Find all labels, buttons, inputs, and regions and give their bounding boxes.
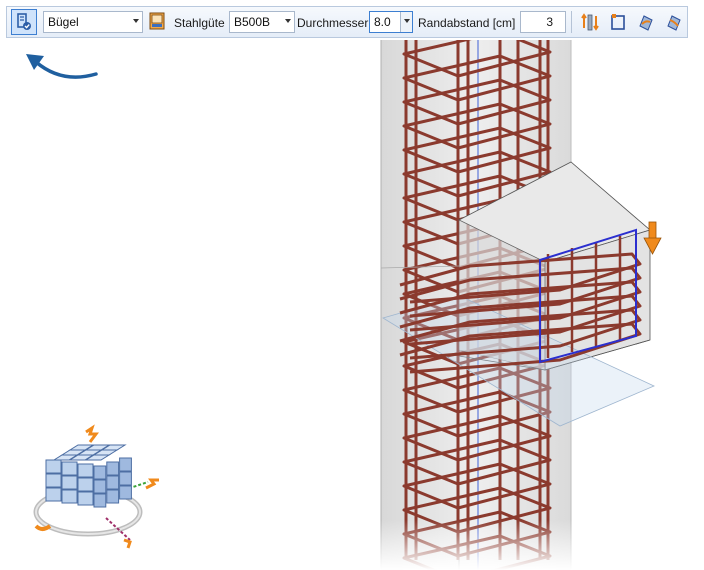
hook-b-icon: [664, 12, 684, 32]
hook-a-icon: [636, 12, 656, 32]
edge-distance-input[interactable]: 3: [520, 11, 566, 33]
cube-side-cell: [106, 489, 120, 504]
edge-distance-label: Randabstand [cm]: [418, 16, 516, 30]
rectangle-outline-button[interactable]: [605, 9, 631, 35]
cube-side-cell: [93, 479, 107, 494]
navigation-cube-icon[interactable]: [28, 420, 168, 550]
steel-grade-label: Stahlgüte: [174, 16, 225, 30]
diameter-label: Durchmesser: [297, 16, 369, 30]
cube-face-cell: [61, 461, 78, 476]
stirrup-mode-button[interactable]: [11, 9, 37, 35]
cube-side-cell: [106, 461, 120, 476]
toolbar-separator: [571, 11, 572, 33]
chevron-down-icon: [404, 19, 410, 23]
cube-side-cell: [106, 475, 120, 490]
diameter-dropdown[interactable]: 8.0: [369, 11, 413, 33]
cube-side-cell: [119, 471, 132, 486]
cube-face-cell: [61, 489, 78, 504]
edit-stirrup-button[interactable]: [147, 11, 167, 33]
chevron-down-icon: [285, 19, 291, 23]
hook-b-button[interactable]: [661, 9, 687, 35]
cube-side-cell: [119, 485, 132, 500]
steel-grade-value: B500B: [234, 15, 271, 29]
diameter-value: 8.0: [374, 15, 391, 29]
stirrup-mode-icon: [15, 13, 33, 31]
cube-face-cell: [77, 477, 94, 492]
diameter-dropdown-button[interactable]: [400, 12, 412, 32]
toolbar: Bügel Stahlgüte B500B Durchmesser 8.0 Ra…: [6, 6, 688, 38]
cube-side-cell: [93, 493, 107, 508]
cube-face-cell: [77, 491, 94, 506]
cube-face-cell: [61, 475, 78, 490]
cube-face-cell: [45, 473, 62, 488]
cube-side-cell: [119, 457, 132, 472]
cube-face-cell: [45, 459, 62, 474]
hook-a-button[interactable]: [633, 9, 659, 35]
steel-grade-dropdown[interactable]: B500B: [229, 11, 295, 33]
rebar-type-dropdown[interactable]: Bügel: [43, 11, 143, 33]
edit-stirrup-icon: [147, 11, 167, 33]
chevron-down-icon: [133, 19, 139, 23]
cube-side-cell: [93, 465, 107, 480]
rebar-type-value: Bügel: [48, 15, 79, 29]
cube-face-cell: [45, 487, 62, 502]
flip-direction-button[interactable]: [577, 9, 603, 35]
cube-face-cell: [77, 463, 94, 478]
rectangle-outline-icon: [609, 13, 627, 31]
flip-direction-icon: [580, 12, 600, 32]
